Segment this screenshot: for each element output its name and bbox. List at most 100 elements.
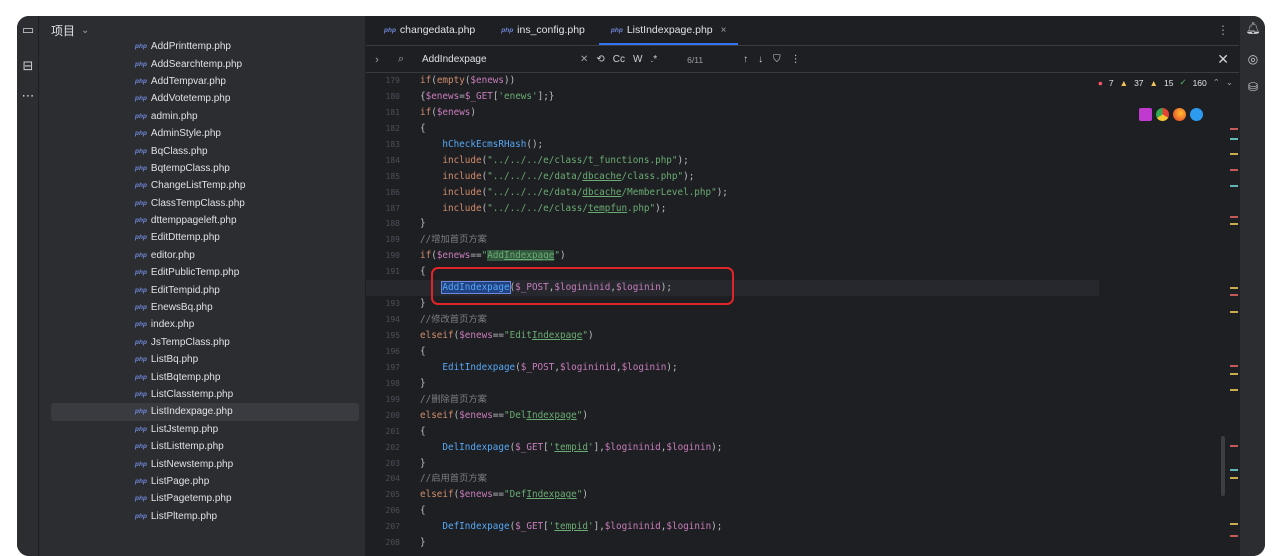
file-item[interactable]: php AddPrinttemp.php [39,38,365,55]
code-line: } [420,457,426,469]
database-icon[interactable]: ⛁ [1245,80,1261,96]
search-icon[interactable]: ⌕ [398,53,412,66]
file-item[interactable]: php BqClass.php [39,142,365,159]
file-item[interactable]: php ListBq.php [39,351,365,368]
folder-icon[interactable]: ▭ [20,22,36,38]
file-item[interactable]: php JsTempClass.php [39,334,365,351]
file-name: ListPage.php [150,475,210,487]
arrow-down-icon[interactable]: ↓ [758,54,763,65]
find-bar: › ⌕ AddIndexpage ✕ ⟲ Cc W .* 6/11 ↑ ↓ ⛉ … [366,47,1239,73]
chevron-right-icon[interactable]: › [366,54,388,66]
file-item[interactable]: php ListClasstemp.php [39,386,365,403]
clear-icon[interactable]: ✕ [580,54,588,65]
history-icon[interactable]: ⟲ [596,54,604,65]
php-file-icon: php [135,95,147,103]
file-name: EditTempid.php [150,284,220,296]
file-item[interactable]: php AddSearchtemp.php [39,55,365,72]
file-item[interactable]: php index.php [39,316,365,333]
code-line: elseif($enews=="DefIndexpage") [420,489,588,501]
tabs-menu-icon[interactable]: ⋮ [1217,23,1229,37]
ai-assistant-icon[interactable]: ◎ [1245,52,1261,68]
safari-icon[interactable] [1190,108,1203,121]
file-item[interactable]: php AdminStyle.php [39,125,365,142]
file-name: dttemppageleft.php [150,215,237,227]
php-file-icon: php [135,373,147,381]
php-file-icon: php [135,443,147,451]
file-name: AddVotetemp.php [150,93,231,105]
warning-icon: ▲ [1119,77,1129,88]
code-line: if(empty($enews)) [420,75,516,86]
close-tab-icon[interactable]: × [721,25,727,36]
php-file-icon: php [135,217,147,225]
match-case-toggle[interactable]: Cc [613,54,625,65]
file-item[interactable]: php ListListtemp.php [39,438,365,455]
firefox-icon[interactable] [1173,108,1186,121]
line-number: 208 [385,538,400,548]
search-input[interactable]: AddIndexpage [422,54,572,65]
file-item[interactable]: php ListPagetemp.php [39,490,365,507]
line-number: 195 [385,331,400,340]
code-line: } [420,377,426,389]
file-item[interactable]: php ListPltemp.php [39,508,365,525]
vertical-scrollbar[interactable] [1221,436,1225,496]
file-name: EditDttemp.php [150,232,220,244]
file-name: ListIndexpage.php [150,406,233,418]
line-number: 199 [385,394,400,404]
file-item[interactable]: php dttemppageleft.php [39,212,365,229]
file-item[interactable]: php EditDttemp.php [39,229,365,246]
filter-icon[interactable]: ⛉ [773,54,781,65]
code-view[interactable]: if(empty($enews)) {$enews=$_GET['enews']… [366,73,1099,551]
chevron-down-icon[interactable]: ⌄ [81,25,89,36]
file-item[interactable]: php AddTempvar.php [39,73,365,90]
line-number: 203 [385,458,400,468]
file-item[interactable]: php ListBqtemp.php [39,368,365,385]
php-file-icon: php [135,477,147,485]
code-line: include("../../../e/data/dbcache/class.p… [442,170,695,182]
phpstorm-icon[interactable] [1139,108,1152,121]
arrow-up-icon[interactable]: ↑ [743,54,748,65]
editor-tab[interactable]: php changedata.php [372,16,487,45]
file-item[interactable]: php ListJstemp.php [39,421,365,438]
file-name: ListPagetemp.php [150,493,232,505]
file-item[interactable]: php editor.php [39,247,365,264]
line-number: 200 [385,410,400,420]
editor-tab[interactable]: php ins_config.php [489,16,597,45]
highlight-box [431,267,734,305]
code-line: { [420,345,426,357]
file-item[interactable]: php ClassTempClass.php [39,195,365,212]
error-stripe[interactable] [1230,73,1238,553]
editor-tab[interactable]: php ListIndexpage.php × [598,16,739,45]
inspection-widget[interactable]: ● 7 ▲ 37 ▲ 15 ✓ 160 ⌃ ⌄ [1098,77,1233,88]
line-number: 193 [385,299,400,309]
structure-icon[interactable]: ⊟ [20,58,36,74]
ok-count: 160 [1192,77,1207,88]
code-line: {$enews=$_GET['enews'];} [420,90,555,102]
php-file-icon: php [135,60,147,68]
file-item[interactable]: php EditPublicTemp.php [39,264,365,281]
file-name: ChangeListTemp.php [150,180,246,192]
code-line: if($enews=="AddIndexpage") [420,250,566,262]
more-icon[interactable]: ⋯ [20,88,36,104]
file-item[interactable]: php EnewsBq.php [39,299,365,316]
file-item[interactable]: php AddVotetemp.php [39,90,365,107]
file-item[interactable]: php BqtempClass.php [39,160,365,177]
file-item[interactable]: php ListIndexpage.php [51,403,359,421]
code-line: EditIndexpage($_POST,$logininid,$loginin… [442,361,678,373]
more-options-icon[interactable]: ⋮ [791,54,801,65]
whole-word-toggle[interactable]: W [633,54,642,65]
regex-toggle[interactable]: .* [650,54,657,65]
file-item[interactable]: php ListPage.php [39,473,365,490]
file-item[interactable]: php ListNewstemp.php [39,455,365,472]
file-item[interactable]: php EditTempid.php [39,281,365,298]
chrome-icon[interactable] [1156,108,1169,121]
file-item[interactable]: php admin.php [39,108,365,125]
php-file-icon: php [501,26,514,34]
file-item[interactable]: php ChangeListTemp.php [39,177,365,194]
chevron-up-icon[interactable]: ⌃ [1213,77,1220,88]
notifications-icon[interactable]: 🔔︎ [1245,21,1261,37]
right-tool-strip: 🔔︎ ◎ ⛁ [1239,16,1265,556]
close-icon[interactable]: ✕ [1217,51,1229,68]
line-number: 183 [385,139,400,149]
file-name: ListBq.php [150,354,199,366]
line-number: 179 [385,76,400,85]
